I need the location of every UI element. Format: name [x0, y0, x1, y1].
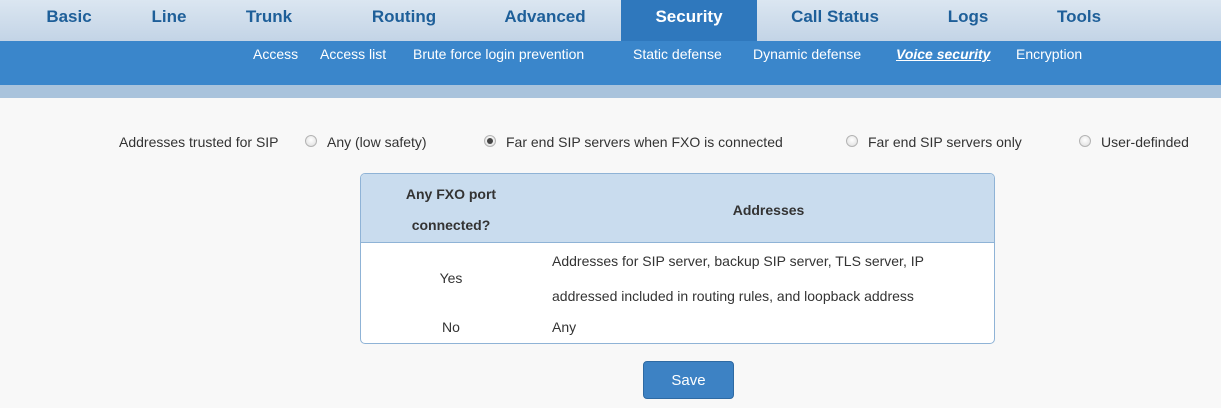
tab-logs[interactable]: Logs	[923, 0, 1013, 41]
sub-nav: Access Access list Brute force login pre…	[0, 41, 1221, 85]
table-header: Any FXO port connected? Addresses	[361, 174, 994, 243]
tab-security[interactable]: Security	[621, 0, 757, 41]
divider-strip	[0, 85, 1221, 98]
save-button[interactable]: Save	[643, 361, 734, 399]
trusted-sip-row: Addresses trusted for SIP Any (low safet…	[0, 132, 1221, 152]
radio-any[interactable]	[305, 135, 317, 147]
cell-addresses: Addresses for SIP server, backup SIP ser…	[552, 253, 924, 269]
cell-addresses: Any	[552, 319, 577, 335]
radio-user-defined-label[interactable]: User-definded	[1101, 134, 1189, 150]
subnav-voice-security[interactable]: Voice security	[896, 41, 990, 85]
subnav-static-defense[interactable]: Static defense	[633, 41, 722, 85]
tab-basic[interactable]: Basic	[24, 0, 114, 41]
tab-line[interactable]: Line	[124, 0, 214, 41]
cell-addresses-cont: addressed included in routing rules, and…	[552, 288, 914, 304]
radio-fxo-connected[interactable]	[484, 135, 496, 147]
header-fxo-line1: Any FXO port	[405, 186, 497, 202]
tab-advanced[interactable]: Advanced	[480, 0, 610, 41]
radio-any-label[interactable]: Any (low safety)	[327, 134, 427, 150]
header-fxo-line2: connected?	[411, 217, 491, 233]
radio-sip-servers-only-label[interactable]: Far end SIP servers only	[868, 134, 1022, 150]
header-addresses: Addresses	[732, 202, 805, 218]
tab-call-status[interactable]: Call Status	[770, 0, 900, 41]
tab-trunk[interactable]: Trunk	[224, 0, 314, 41]
radio-user-defined[interactable]	[1079, 135, 1091, 147]
top-nav: Basic Line Trunk Routing Advanced Securi…	[0, 0, 1221, 41]
subnav-access[interactable]: Access	[253, 41, 298, 85]
radio-fxo-connected-label[interactable]: Far end SIP servers when FXO is connecte…	[506, 134, 783, 150]
tab-tools[interactable]: Tools	[1034, 0, 1124, 41]
subnav-access-list[interactable]: Access list	[320, 41, 386, 85]
subnav-brute-force[interactable]: Brute force login prevention	[413, 41, 584, 85]
subnav-encryption[interactable]: Encryption	[1016, 41, 1082, 85]
subnav-dynamic-defense[interactable]: Dynamic defense	[753, 41, 861, 85]
trusted-address-table: Any FXO port connected? Addresses Yes Ad…	[360, 173, 995, 344]
tab-routing[interactable]: Routing	[344, 0, 464, 41]
cell-connected: Yes	[439, 270, 463, 286]
radio-sip-servers-only[interactable]	[846, 135, 858, 147]
trusted-sip-label: Addresses trusted for SIP	[119, 134, 279, 150]
cell-connected: No	[442, 319, 460, 335]
